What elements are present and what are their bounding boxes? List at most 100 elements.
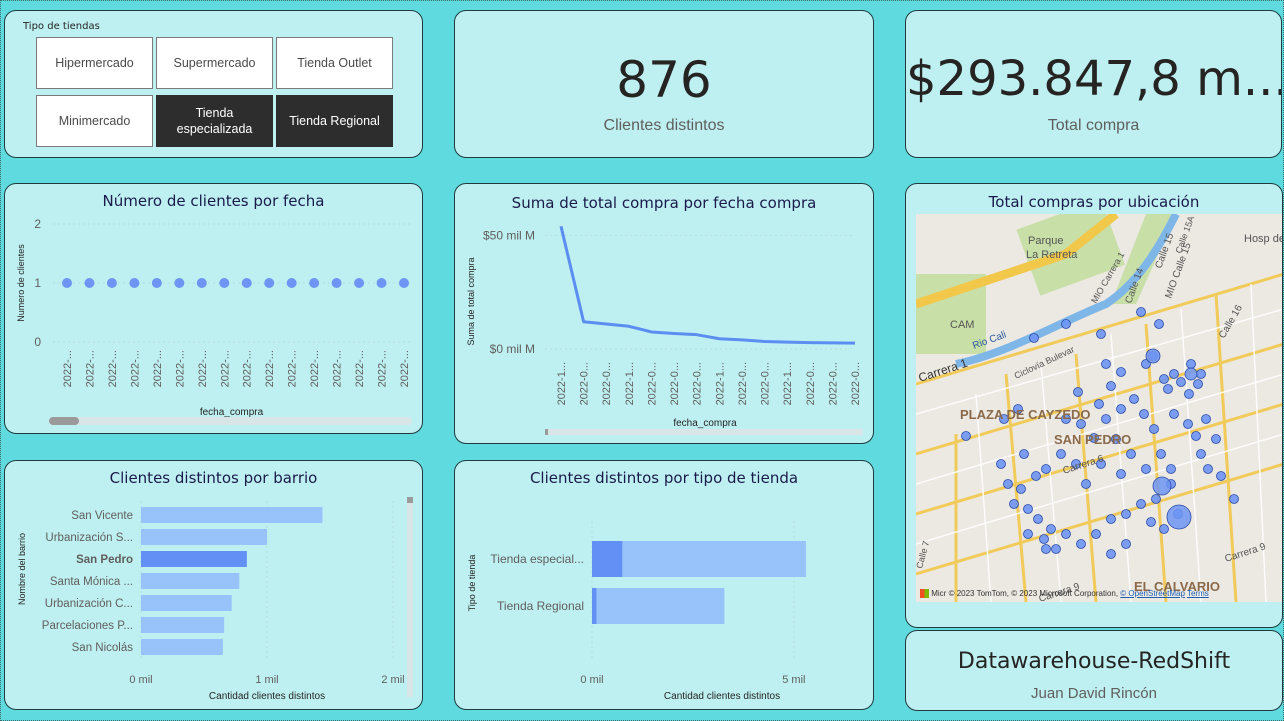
map-marker-large[interactable] (1184, 367, 1198, 381)
map-marker[interactable] (1163, 384, 1173, 394)
map-marker[interactable] (1101, 414, 1111, 424)
map-marker[interactable] (1126, 449, 1136, 459)
bar[interactable] (141, 507, 323, 523)
map-marker[interactable] (1061, 319, 1071, 329)
data-point[interactable] (399, 278, 409, 288)
map-marker[interactable] (1196, 449, 1206, 459)
map-marker[interactable] (1211, 434, 1221, 444)
bar[interactable] (141, 529, 267, 545)
bar[interactable] (141, 617, 225, 633)
map-marker[interactable] (1151, 494, 1161, 504)
data-point[interactable] (309, 278, 320, 288)
scrollbar-thumb[interactable] (545, 429, 548, 435)
map-marker[interactable] (1106, 549, 1116, 559)
map-marker[interactable] (1166, 464, 1176, 474)
map-canvas[interactable]: Parque La Retreta CAM Rio Cali Carrera 1… (916, 214, 1283, 602)
map-marker[interactable] (1096, 329, 1106, 339)
slicer-option-hipermercado[interactable]: Hipermercado (36, 37, 153, 89)
map-marker[interactable] (1073, 387, 1083, 397)
data-point[interactable] (331, 278, 342, 288)
map-marker[interactable] (1009, 499, 1019, 509)
map-marker[interactable] (1149, 424, 1159, 434)
map-marker[interactable] (1116, 404, 1126, 414)
bar[interactable] (141, 639, 223, 655)
map-marker[interactable] (1193, 379, 1203, 389)
bar[interactable] (141, 595, 232, 611)
map-marker[interactable] (1016, 484, 1026, 494)
bar[interactable] (141, 551, 247, 567)
map-marker[interactable] (1184, 389, 1194, 399)
map-marker[interactable] (1041, 464, 1051, 474)
map-marker[interactable] (1041, 544, 1051, 554)
map-marker[interactable] (1159, 374, 1169, 384)
location-map[interactable]: Parque La Retreta CAM Rio Cali Carrera 1… (916, 214, 1283, 602)
map-marker[interactable] (1003, 479, 1013, 489)
map-marker[interactable] (1191, 431, 1201, 441)
map-marker-large[interactable] (1145, 348, 1161, 364)
bar-total[interactable] (592, 588, 725, 624)
data-point[interactable] (174, 278, 185, 288)
map-marker[interactable] (1051, 544, 1061, 554)
map-marker[interactable] (1121, 509, 1131, 519)
map-marker[interactable] (996, 459, 1006, 469)
map-marker[interactable] (1023, 504, 1033, 514)
map-marker[interactable] (1061, 529, 1071, 539)
map-marker[interactable] (1203, 464, 1213, 474)
slicer-option-supermercado[interactable]: Supermercado (156, 37, 273, 89)
vertical-scrollbar[interactable] (407, 497, 413, 697)
map-marker[interactable] (1033, 514, 1043, 524)
map-marker[interactable] (1136, 307, 1146, 317)
scrollbar-thumb[interactable] (49, 417, 79, 425)
data-point[interactable] (354, 278, 365, 288)
data-point[interactable] (84, 278, 95, 288)
bar-highlight[interactable] (592, 541, 623, 577)
scrollbar-thumb[interactable] (407, 497, 413, 503)
map-marker[interactable] (1129, 394, 1139, 404)
map-marker[interactable] (1169, 369, 1179, 379)
map-marker[interactable] (1196, 369, 1206, 379)
data-point[interactable] (219, 278, 230, 288)
data-point[interactable] (196, 278, 207, 288)
slicer-option-tienda-especializada[interactable]: Tienda especializada (156, 95, 273, 147)
map-marker[interactable] (1091, 529, 1101, 539)
data-point[interactable] (62, 278, 72, 288)
map-marker[interactable] (1159, 524, 1169, 534)
horizontal-scrollbar[interactable] (49, 417, 412, 425)
map-marker[interactable] (1121, 539, 1131, 549)
map-marker[interactable] (1146, 517, 1156, 527)
map-marker[interactable] (1201, 414, 1211, 424)
map-marker[interactable] (1156, 449, 1166, 459)
map-marker[interactable] (1169, 409, 1179, 419)
map-marker[interactable] (1216, 471, 1226, 481)
map-marker[interactable] (1081, 479, 1091, 489)
horizontal-scrollbar[interactable] (545, 429, 863, 435)
openstreetmap-link[interactable]: © OpenStreetMap (1120, 589, 1185, 598)
map-marker[interactable] (1019, 449, 1029, 459)
map-marker[interactable] (1106, 381, 1116, 391)
map-marker[interactable] (1046, 524, 1056, 534)
series-line[interactable] (559, 225, 856, 345)
map-marker[interactable] (1141, 464, 1151, 474)
data-point[interactable] (129, 278, 140, 288)
data-point[interactable] (264, 278, 275, 288)
map-marker-large[interactable] (1166, 504, 1192, 530)
map-marker[interactable] (1229, 494, 1239, 504)
map-marker[interactable] (1106, 514, 1116, 524)
map-marker-large[interactable] (1152, 476, 1172, 496)
map-marker[interactable] (1116, 367, 1126, 377)
data-point[interactable] (241, 278, 252, 288)
map-marker[interactable] (961, 431, 971, 441)
map-marker[interactable] (1094, 399, 1104, 409)
map-marker[interactable] (1139, 409, 1149, 419)
map-marker[interactable] (1076, 539, 1086, 549)
slicer-option-tienda-regional[interactable]: Tienda Regional (276, 95, 393, 147)
data-point[interactable] (106, 278, 117, 288)
map-marker[interactable] (1154, 319, 1164, 329)
map-marker[interactable] (1023, 529, 1033, 539)
bar-total[interactable] (592, 541, 806, 577)
slicer-option-tienda-outlet[interactable]: Tienda Outlet (276, 37, 393, 89)
map-marker[interactable] (1031, 471, 1041, 481)
bar[interactable] (141, 573, 240, 589)
map-marker[interactable] (1176, 377, 1186, 387)
data-point[interactable] (151, 278, 162, 288)
